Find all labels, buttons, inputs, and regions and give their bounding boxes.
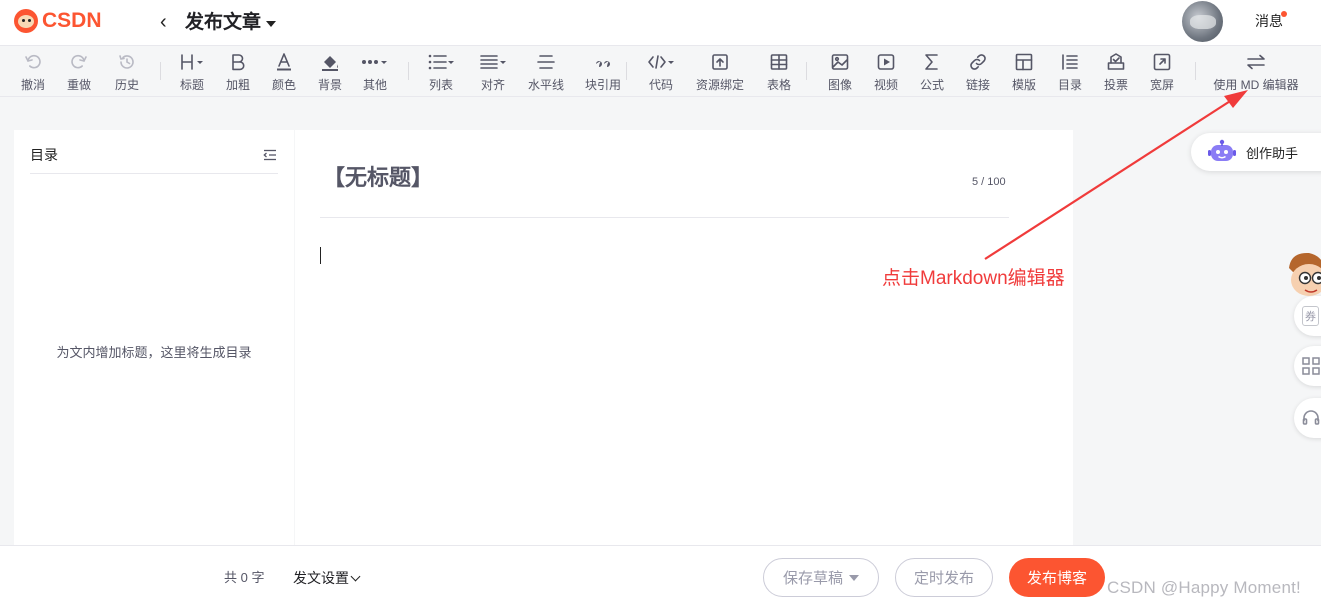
logo-text: CSDN <box>42 9 102 32</box>
toolbar-label: 历史 <box>114 78 139 92</box>
messages-link[interactable]: 消息 <box>1255 12 1283 30</box>
upload-icon <box>710 50 730 74</box>
article-title-input[interactable]: 【无标题】 <box>323 163 433 193</box>
qrcode-icon <box>1302 357 1320 375</box>
toolbar-button-widescreen[interactable]: 宽屏 <box>1117 50 1207 96</box>
coupon-icon: 券 <box>1302 306 1319 326</box>
publish-label: 发布博客 <box>1026 570 1087 587</box>
text-cursor <box>320 247 321 264</box>
page-title[interactable]: 发布文章 <box>185 11 261 35</box>
toolbar-label: 表格 <box>766 78 791 92</box>
assistant-label: 创作助手 <box>1246 145 1299 161</box>
toolbar-button-switch-editor[interactable]: 使用 MD 编辑器 <box>1211 50 1301 96</box>
logo-mascot-icon <box>14 9 38 33</box>
annotation-text: 点击Markdown编辑器 <box>882 268 1065 289</box>
publish-button[interactable]: 发布博客 <box>1009 558 1105 597</box>
chevron-down-icon[interactable] <box>350 571 361 582</box>
editor-toolbar: 撤消 重做 历史 标题 加粗 颜色 背景 其他 列表 对齐 水平线 块引用 代码 资源绑定 表格 图像 视频 公式… <box>0 45 1321 97</box>
toc-title: 目录 <box>30 147 58 163</box>
toolbar-label: 宽屏 <box>1149 78 1174 92</box>
caret-down-icon[interactable] <box>266 21 276 27</box>
editor-area[interactable]: 【无标题】 5 / 100 <box>295 130 1073 545</box>
save-draft-label: 保存草稿 <box>782 570 843 587</box>
table-icon <box>769 50 789 74</box>
quote-icon <box>593 50 613 74</box>
toolbar-label: 其他 <box>362 78 387 92</box>
coupon-button[interactable]: 券 <box>1294 296 1321 336</box>
mascot-icon[interactable] <box>1285 250 1321 300</box>
writing-assistant-button[interactable]: 创作助手 <box>1191 133 1321 171</box>
divider <box>320 217 1009 218</box>
scheduled-publish-button[interactable]: 定时发布 <box>895 558 993 597</box>
scheduled-publish-label: 定时发布 <box>913 570 974 587</box>
save-draft-button[interactable]: 保存草稿 <box>763 558 879 597</box>
caret-down-icon <box>849 574 859 581</box>
toolbar-label: 使用 MD 编辑器 <box>1213 78 1299 92</box>
publish-settings-dropdown[interactable]: 发文设置 <box>293 568 349 588</box>
more-icon <box>361 50 389 74</box>
word-count: 共 0 字 <box>224 570 265 585</box>
switch-editor-icon <box>1245 50 1267 74</box>
notification-dot <box>1281 11 1287 17</box>
title-char-count: 5 / 100 <box>972 176 1006 188</box>
avatar[interactable] <box>1182 1 1223 42</box>
history-icon <box>117 50 137 74</box>
watermark: CSDN @Happy Moment! <box>1107 578 1301 597</box>
code-icon <box>647 50 675 74</box>
toc-panel: 目录 为文内增加标题，这里将生成目录 <box>14 130 294 545</box>
headset-icon <box>1302 410 1320 425</box>
back-chevron-icon[interactable]: ‹ <box>160 10 167 34</box>
qrcode-button[interactable] <box>1294 346 1321 386</box>
customer-service-button[interactable] <box>1294 398 1321 438</box>
horizontal-rule-icon <box>536 50 556 74</box>
widescreen-icon <box>1152 50 1172 74</box>
collapse-toc-icon[interactable] <box>263 148 277 166</box>
toc-empty-text: 为文内增加标题，这里将生成目录 <box>56 345 252 360</box>
top-bar: CSDN ‹ 发布文章 消息 <box>0 0 1321 45</box>
csdn-logo[interactable]: CSDN <box>14 9 102 33</box>
robot-icon <box>1208 139 1236 161</box>
divider <box>30 173 278 174</box>
toolbar-label: 代码 <box>648 78 673 92</box>
